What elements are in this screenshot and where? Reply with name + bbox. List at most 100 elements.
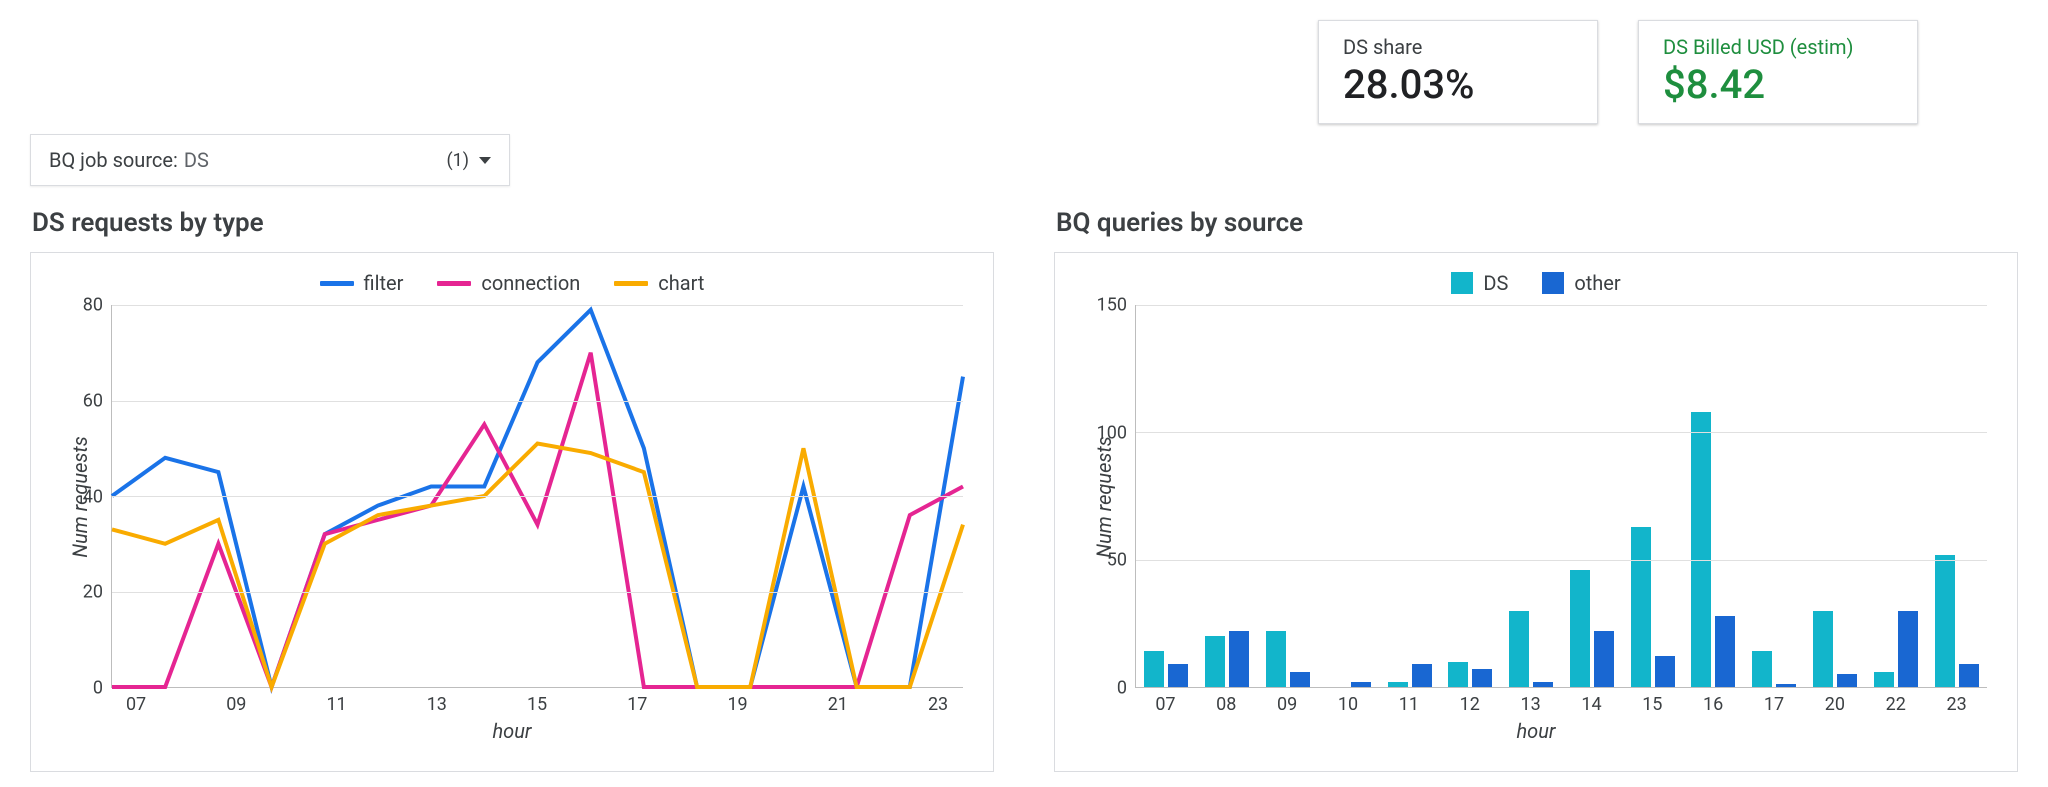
x-tick: 10 xyxy=(1318,694,1379,715)
x-tick: 08 xyxy=(1196,694,1257,715)
x-tick: 09 xyxy=(211,694,261,715)
kpi-value: $8.42 xyxy=(1663,63,1893,107)
x-tick xyxy=(662,694,712,715)
bar-group xyxy=(1744,305,1805,687)
bar-group xyxy=(1318,305,1379,687)
x-tick: 13 xyxy=(412,694,462,715)
x-tick: 17 xyxy=(1744,694,1805,715)
filter-value: DS xyxy=(184,148,209,172)
bar-other xyxy=(1168,664,1188,687)
bar-other xyxy=(1351,682,1371,687)
chart-frame: filter connection chart Num requests 020… xyxy=(30,252,994,772)
legend-swatch xyxy=(320,281,354,286)
x-axis-label: hour xyxy=(1085,719,1987,743)
legend-swatch xyxy=(1542,272,1564,294)
x-tick xyxy=(161,694,211,715)
x-tick: 14 xyxy=(1561,694,1622,715)
bar-other xyxy=(1715,616,1735,687)
x-tick: 15 xyxy=(512,694,562,715)
bar-group xyxy=(1379,305,1440,687)
legend-swatch xyxy=(1451,272,1473,294)
bar-DS xyxy=(1205,636,1225,687)
chart-title: BQ queries by source xyxy=(1056,208,2018,238)
bar-DS xyxy=(1144,651,1164,687)
x-tick: 13 xyxy=(1500,694,1561,715)
y-tick: 60 xyxy=(83,390,103,411)
bar-DS xyxy=(1388,682,1408,687)
chevron-down-icon xyxy=(479,157,491,164)
bar-other xyxy=(1290,672,1310,687)
bar-group xyxy=(1197,305,1258,687)
bar-other xyxy=(1776,684,1796,687)
legend-swatch xyxy=(614,281,648,286)
bar-other xyxy=(1655,656,1675,687)
legend-item-ds[interactable]: DS xyxy=(1451,271,1508,295)
x-tick: 11 xyxy=(1378,694,1439,715)
y-tick: 0 xyxy=(1117,678,1127,699)
bar-DS xyxy=(1874,672,1894,687)
x-tick: 07 xyxy=(111,694,161,715)
x-tick: 19 xyxy=(713,694,763,715)
legend-label: other xyxy=(1574,271,1620,295)
x-tick xyxy=(362,694,412,715)
x-tick xyxy=(462,694,512,715)
filter-bq-job-source[interactable]: BQ job source: DS (1) xyxy=(30,134,510,186)
legend-item-chart[interactable]: chart xyxy=(614,271,704,295)
y-tick: 50 xyxy=(1107,550,1127,571)
kpi-card-ds-share: DS share 28.03% xyxy=(1318,20,1598,124)
chart-bq-queries-by-source: BQ queries by source DS other Num reques… xyxy=(1054,208,2018,772)
bar-other xyxy=(1412,664,1432,687)
bar-DS xyxy=(1448,662,1468,687)
chart-ds-requests-by-type: DS requests by type filter connection ch… xyxy=(30,208,994,772)
legend-item-other[interactable]: other xyxy=(1542,271,1620,295)
bar-group xyxy=(1258,305,1319,687)
bar-other xyxy=(1959,664,1979,687)
bar-group xyxy=(1865,305,1926,687)
chart-legend: DS other xyxy=(1085,271,1987,295)
legend-label: filter xyxy=(364,271,404,295)
x-tick: 09 xyxy=(1257,694,1318,715)
chart-legend: filter connection chart xyxy=(61,271,963,295)
bar-DS xyxy=(1752,651,1772,687)
x-tick: 16 xyxy=(1683,694,1744,715)
bar-other xyxy=(1472,669,1492,687)
bar-group xyxy=(1622,305,1683,687)
bar-DS xyxy=(1691,412,1711,687)
x-tick: 23 xyxy=(1926,694,1987,715)
kpi-label: DS Billed USD (estim) xyxy=(1663,35,1893,59)
bar-DS xyxy=(1813,611,1833,687)
filter-label: BQ job source: xyxy=(49,148,178,172)
bar-other xyxy=(1898,611,1918,687)
bar-DS xyxy=(1509,611,1529,687)
legend-item-filter[interactable]: filter xyxy=(320,271,404,295)
plot-grid xyxy=(111,305,963,688)
bar-DS xyxy=(1266,631,1286,687)
plot-grid xyxy=(1135,305,1987,688)
y-tick: 40 xyxy=(83,486,103,507)
legend-item-connection[interactable]: connection xyxy=(437,271,580,295)
legend-swatch xyxy=(437,281,471,286)
legend-label: connection xyxy=(481,271,580,295)
x-tick: 23 xyxy=(913,694,963,715)
bar-group xyxy=(1562,305,1623,687)
bar-DS xyxy=(1631,527,1651,687)
y-tick: 80 xyxy=(83,295,103,316)
x-tick: 17 xyxy=(612,694,662,715)
chart-title: DS requests by type xyxy=(32,208,994,238)
y-tick: 20 xyxy=(83,582,103,603)
line-series-connection xyxy=(112,353,963,687)
x-tick: 20 xyxy=(1804,694,1865,715)
bar-DS xyxy=(1570,570,1590,687)
x-axis-label: hour xyxy=(61,719,963,743)
y-axis: 050100150 xyxy=(1085,305,1135,688)
x-tick xyxy=(763,694,813,715)
bar-group xyxy=(1926,305,1987,687)
x-tick xyxy=(261,694,311,715)
x-tick: 21 xyxy=(813,694,863,715)
kpi-card-ds-billed: DS Billed USD (estim) $8.42 xyxy=(1638,20,1918,124)
y-tick: 0 xyxy=(93,678,103,699)
x-tick: 22 xyxy=(1865,694,1926,715)
x-tick xyxy=(562,694,612,715)
line-series-filter xyxy=(112,310,963,687)
y-tick: 150 xyxy=(1097,295,1127,316)
